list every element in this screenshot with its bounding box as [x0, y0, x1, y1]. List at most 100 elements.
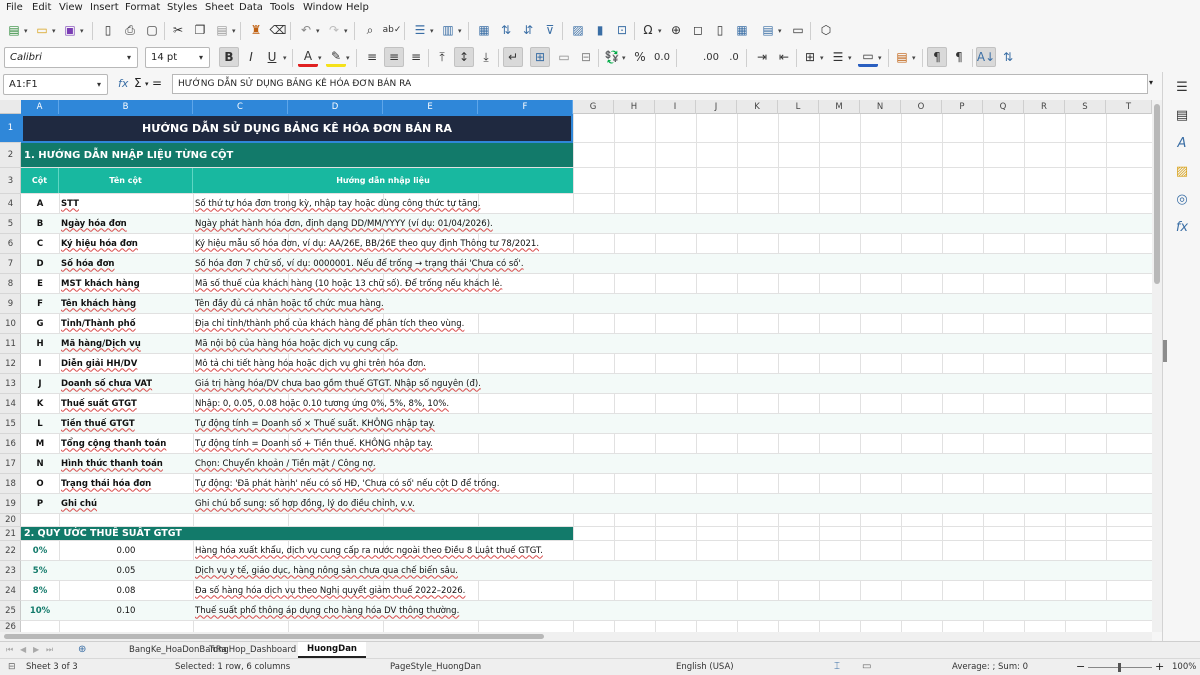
- column-guide[interactable]: Giá trị hàng hóa/DV chưa bao gồm thuế GT…: [193, 374, 573, 393]
- function-wizard-icon[interactable]: fx: [118, 77, 128, 90]
- formula-icon[interactable]: =: [152, 76, 162, 90]
- rate-value[interactable]: 0.00: [59, 541, 193, 560]
- font-color-button[interactable]: A: [298, 47, 318, 67]
- percent-button[interactable]: %: [630, 47, 650, 67]
- sidebar-grip[interactable]: [1163, 340, 1167, 362]
- special-character-icon[interactable]: Ω: [638, 20, 658, 40]
- find-replace-icon[interactable]: ⌕: [360, 20, 380, 40]
- align-right-icon[interactable]: ≡: [406, 47, 426, 67]
- language[interactable]: English (USA): [676, 662, 734, 672]
- rate-description[interactable]: Thuế suất phổ thông áp dụng cho hàng hóa…: [193, 601, 573, 620]
- column-code[interactable]: O: [21, 474, 59, 493]
- column-name[interactable]: MST khách hàng: [59, 274, 193, 293]
- draw-shapes-icon[interactable]: ⬡: [816, 20, 836, 40]
- vertical-scrollbar[interactable]: [1152, 100, 1162, 632]
- row-icon[interactable]: ☰: [410, 20, 430, 40]
- row-header[interactable]: 23: [0, 561, 21, 581]
- zoom-level[interactable]: 100%: [1172, 662, 1196, 672]
- column-name[interactable]: Tỉnh/Thành phố: [59, 314, 193, 333]
- column-header[interactable]: S: [1065, 100, 1106, 114]
- column-header[interactable]: H: [614, 100, 655, 114]
- column-header[interactable]: I: [655, 100, 696, 114]
- column-name[interactable]: Thuế suất GTGT: [59, 394, 193, 413]
- column-guide[interactable]: Số thứ tự hóa đơn trong kỳ, nhập tay hoặ…: [193, 194, 573, 213]
- column-code[interactable]: G: [21, 314, 59, 333]
- row-header[interactable]: 2: [0, 143, 21, 168]
- save-icon[interactable]: ▣: [60, 20, 80, 40]
- row-header[interactable]: 24: [0, 581, 21, 601]
- column-header[interactable]: J: [696, 100, 737, 114]
- section-heading[interactable]: 2. QUY ƯỚC THUẾ SUẤT GTGT: [21, 527, 573, 540]
- align-center-icon[interactable]: ≡: [384, 47, 404, 67]
- row-header[interactable]: 8: [0, 274, 21, 294]
- highlight-icon[interactable]: ✎: [326, 47, 346, 67]
- expand-formula-icon[interactable]: ▾: [1149, 78, 1153, 87]
- row-header[interactable]: 4: [0, 194, 21, 214]
- border-color-icon[interactable]: ▭: [858, 47, 878, 67]
- menu-insert[interactable]: Insert: [90, 2, 119, 13]
- rate-description[interactable]: Đa số hàng hóa dịch vụ theo Nghị quyết g…: [193, 581, 573, 600]
- spelling-icon[interactable]: ab✓: [382, 20, 402, 40]
- column-code[interactable]: L: [21, 414, 59, 433]
- column-name[interactable]: Tổng cộng thanh toán: [59, 434, 193, 453]
- row-header[interactable]: 5: [0, 214, 21, 234]
- column-code[interactable]: E: [21, 274, 59, 293]
- selection-mode-icon[interactable]: ▭: [862, 661, 871, 672]
- zoom-out-icon[interactable]: −: [1076, 660, 1085, 673]
- underline-button[interactable]: U: [262, 47, 282, 67]
- rate-value[interactable]: 0.05: [59, 561, 193, 580]
- column-guide[interactable]: Ngày phát hành hóa đơn, định dạng DD/MM/…: [193, 214, 573, 233]
- horizontal-scrollbar[interactable]: [0, 632, 1152, 641]
- scroll-thumb[interactable]: [1154, 104, 1160, 284]
- column-name[interactable]: Ngày hóa đơn: [59, 214, 193, 233]
- autofilter-icon[interactable]: ⊽: [540, 20, 560, 40]
- undo-icon[interactable]: ↶: [296, 20, 316, 40]
- row-header[interactable]: 21: [0, 527, 21, 541]
- chevron-down-icon[interactable]: ▾: [121, 48, 137, 67]
- row-header[interactable]: 12: [0, 354, 21, 374]
- row-header[interactable]: 3: [0, 168, 21, 194]
- menu-window[interactable]: Window: [303, 2, 342, 13]
- column-name[interactable]: Doanh số chưa VAT: [59, 374, 193, 393]
- sheet-tab[interactable]: TongHop_Dashboard: [200, 642, 305, 658]
- rate-percent[interactable]: 10%: [21, 601, 59, 620]
- column-code[interactable]: P: [21, 494, 59, 513]
- row-header[interactable]: 25: [0, 601, 21, 621]
- section-heading[interactable]: 1. HƯỚNG DẪN NHẬP LIỆU TỪNG CỘT: [21, 143, 573, 167]
- column-name[interactable]: Ký hiệu hóa đơn: [59, 234, 193, 253]
- row-header[interactable]: 7: [0, 254, 21, 274]
- column-header-cell[interactable]: Tên cột: [59, 168, 193, 193]
- column-guide[interactable]: Tự động tính = Doanh số + Tiền thuế. KHÔ…: [193, 434, 573, 453]
- column-code[interactable]: K: [21, 394, 59, 413]
- column-code[interactable]: J: [21, 374, 59, 393]
- header-footer-icon[interactable]: ▯: [710, 20, 730, 40]
- column-guide[interactable]: Ghi chú bổ sung: số hợp đồng, lý do điều…: [193, 494, 573, 513]
- align-bottom-icon[interactable]: ⤓: [476, 47, 496, 67]
- column-header[interactable]: R: [1024, 100, 1065, 114]
- column-name[interactable]: Trạng thái hóa đơn: [59, 474, 193, 493]
- column-header[interactable]: B: [59, 100, 193, 114]
- column-code[interactable]: D: [21, 254, 59, 273]
- column-guide[interactable]: Số hóa đơn 7 chữ số, ví dụ: 0000001. Nếu…: [193, 254, 573, 273]
- row-header[interactable]: 6: [0, 234, 21, 254]
- border-style-icon[interactable]: ☰: [828, 47, 848, 67]
- menu-format[interactable]: Format: [125, 2, 160, 13]
- column-header[interactable]: C: [193, 100, 288, 114]
- column-name[interactable]: Số hóa đơn: [59, 254, 193, 273]
- column-header-cell[interactable]: Hướng dẫn nhập liệu: [193, 168, 573, 193]
- menu-view[interactable]: View: [59, 2, 83, 13]
- column-guide[interactable]: Mô tả chi tiết hàng hóa hoặc dịch vụ ghi…: [193, 354, 573, 373]
- chevron-down-icon[interactable]: ▾: [193, 48, 209, 67]
- functions-icon[interactable]: fx: [1173, 218, 1191, 236]
- column-header-cell[interactable]: Cột: [21, 168, 59, 193]
- rate-value[interactable]: 0.08: [59, 581, 193, 600]
- row-header[interactable]: 19: [0, 494, 21, 514]
- input-mode-icon[interactable]: ⌶: [834, 661, 840, 672]
- column-icon[interactable]: ▥: [438, 20, 458, 40]
- row-header[interactable]: 17: [0, 454, 21, 474]
- pivot-table-icon[interactable]: ▦: [474, 20, 494, 40]
- rate-description[interactable]: Dịch vụ y tế, giáo dục, hàng nông sản ch…: [193, 561, 573, 580]
- bold-button[interactable]: B: [219, 47, 239, 67]
- row-header[interactable]: 13: [0, 374, 21, 394]
- merge-center-icon[interactable]: ⊞: [530, 47, 550, 67]
